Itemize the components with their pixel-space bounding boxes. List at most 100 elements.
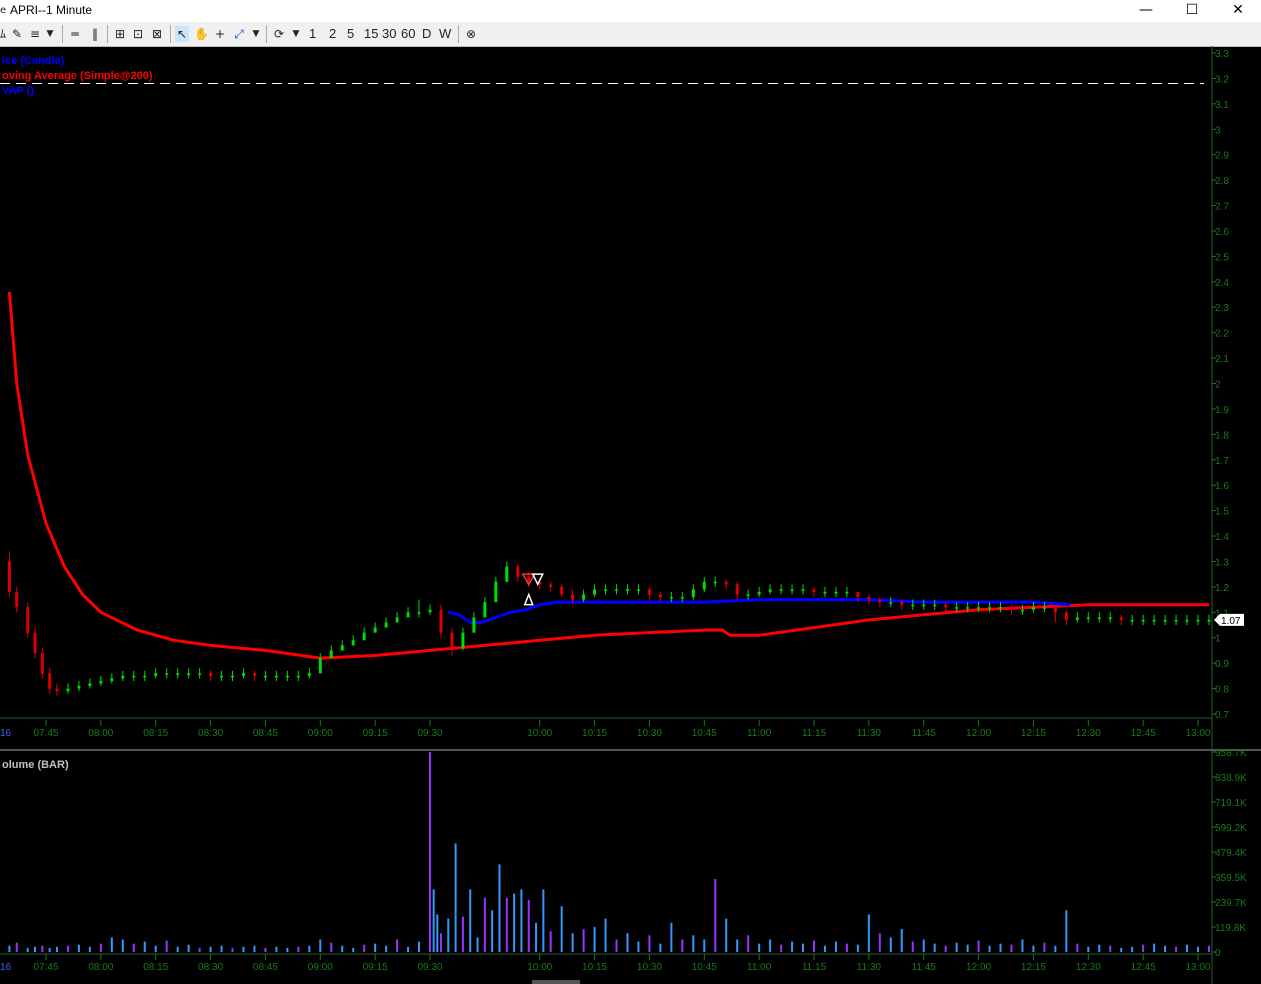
- interval-button-w[interactable]: W: [439, 26, 451, 42]
- candle-body: [33, 632, 37, 653]
- volume-time-axis-tick-label: 10:45: [692, 962, 717, 973]
- time-axis-tick-label: 10:45: [692, 728, 717, 739]
- price-y-tick-label: 2.1: [1215, 354, 1229, 365]
- time-axis-left-label: 16: [0, 728, 12, 739]
- candle-body: [1207, 619, 1211, 622]
- horizontal-split-icon[interactable]: ═: [68, 26, 82, 42]
- candle-body: [274, 675, 278, 678]
- hand-icon[interactable]: ✋: [194, 26, 209, 42]
- dropdown-icon[interactable]: ▼: [291, 26, 301, 42]
- interval-button-30[interactable]: 30: [382, 26, 396, 42]
- line-style-icon[interactable]: ≡: [28, 26, 42, 42]
- toolbar-separator: [266, 25, 267, 43]
- volume-y-tick-label: 958.7K: [1215, 748, 1247, 759]
- legend-sma[interactable]: oving Average (Simple@200): [2, 70, 153, 82]
- draw-tool-icon[interactable]: ✎: [10, 26, 24, 42]
- interval-button-5[interactable]: 5: [347, 26, 354, 42]
- legend-volume[interactable]: olume (BAR): [2, 759, 69, 771]
- candle-body: [1020, 609, 1024, 612]
- candle-body: [658, 594, 662, 598]
- volume-bar: [1153, 943, 1156, 952]
- scrollbar-thumb[interactable]: [532, 980, 580, 984]
- volume-bar: [725, 918, 728, 952]
- price-y-tick-label: 1.6: [1215, 481, 1229, 492]
- volume-bar: [396, 939, 399, 952]
- time-axis-tick-label: 11:45: [912, 728, 937, 739]
- candle-body: [417, 612, 421, 614]
- volume-bar: [407, 946, 410, 952]
- volume-bar: [220, 945, 223, 952]
- trendline-icon[interactable]: ⤢: [232, 26, 246, 42]
- price-y-tick-label: 1.3: [1215, 557, 1229, 568]
- volume-bar: [813, 940, 815, 952]
- volume-bar: [264, 947, 267, 952]
- volume-bar: [8, 945, 11, 952]
- candle-body: [1174, 619, 1178, 622]
- volume-bar: [933, 943, 936, 952]
- zoom-fit-icon[interactable]: ⊞: [113, 26, 127, 42]
- interval-button-d[interactable]: D: [422, 26, 431, 42]
- volume-bar: [1164, 945, 1167, 952]
- app-icon: e: [0, 5, 7, 16]
- volume-bar: [319, 939, 322, 952]
- legend-price[interactable]: ice (Candle): [2, 55, 64, 67]
- candle-body: [318, 658, 322, 674]
- candle-body: [922, 604, 926, 607]
- time-axis-tick-label: 12:45: [1131, 728, 1156, 739]
- volume-bar: [714, 878, 717, 952]
- interval-button-1[interactable]: 1: [309, 26, 316, 42]
- candle-body: [483, 602, 487, 618]
- volume-bar: [889, 937, 892, 952]
- volume-bar: [802, 943, 805, 952]
- refresh-icon[interactable]: ⟳: [272, 26, 286, 42]
- maximize-button[interactable]: ☐: [1169, 0, 1215, 22]
- volume-bar: [780, 944, 783, 952]
- minimize-button[interactable]: —: [1123, 0, 1169, 22]
- candle-body: [527, 576, 531, 582]
- chart-canvas[interactable]: 3.3 3.2 3.1 3 2.9 2.8 2.7 2.6 2.5 2.4 2.3 2.2 2.1 2 1.…: [0, 46, 1261, 984]
- volume-bar: [469, 889, 472, 952]
- volume-bar: [648, 935, 651, 952]
- volume-bar: [429, 752, 431, 952]
- legend-vwap[interactable]: VAP (): [2, 85, 34, 97]
- candle-body: [428, 609, 432, 613]
- vertical-split-icon[interactable]: ‖: [88, 26, 102, 42]
- window-titlebar: e APRI--1 Minute — ☐ ✕: [0, 0, 1261, 22]
- volume-y-tick-label: 119.8K: [1215, 923, 1246, 934]
- candle-body: [680, 597, 684, 599]
- volume-bar: [498, 864, 501, 952]
- volume-time-axis-tick-label: 09:15: [363, 962, 388, 973]
- candle-body: [593, 589, 597, 595]
- volume-time-axis-tick-label: 08:30: [198, 962, 223, 973]
- zoom-out-icon[interactable]: ⊠: [150, 26, 164, 42]
- volume-time-axis-tick-label: 11:30: [857, 962, 882, 973]
- volume-bar: [476, 937, 479, 952]
- close-button[interactable]: ✕: [1215, 0, 1261, 22]
- crosshair-cursor-icon[interactable]: ﾑ: [0, 26, 6, 42]
- volume-bar: [165, 940, 168, 952]
- candle-body: [1130, 619, 1134, 622]
- candle-body: [88, 683, 92, 687]
- interval-button-60[interactable]: 60: [401, 26, 415, 42]
- candle-body: [999, 607, 1003, 609]
- crosshair-icon[interactable]: +: [213, 26, 227, 42]
- dropdown-icon[interactable]: ▼: [251, 26, 261, 42]
- volume-time-axis-tick-label: 11:15: [802, 962, 827, 973]
- interval-button-2[interactable]: 2: [329, 26, 336, 42]
- volume-bar: [505, 897, 508, 952]
- zoom-in-icon[interactable]: ⊡: [131, 26, 145, 42]
- time-axis-tick-label: 09:00: [308, 728, 333, 739]
- interval-button-15[interactable]: 15: [364, 26, 378, 42]
- candle-body: [735, 584, 739, 595]
- volume-bar: [1197, 946, 1199, 952]
- volume-bar: [15, 942, 18, 952]
- candle-body: [187, 673, 191, 675]
- dropdown-icon[interactable]: ▼: [45, 26, 55, 42]
- time-axis-tick-label: 11:15: [802, 728, 827, 739]
- volume-bar: [1186, 944, 1189, 952]
- price-y-tick-label: 2.6: [1215, 227, 1229, 238]
- cancel-icon[interactable]: ⊗: [464, 26, 478, 42]
- pointer-icon[interactable]: ↖: [175, 26, 189, 42]
- candle-body: [768, 589, 772, 592]
- candle-body: [691, 589, 695, 598]
